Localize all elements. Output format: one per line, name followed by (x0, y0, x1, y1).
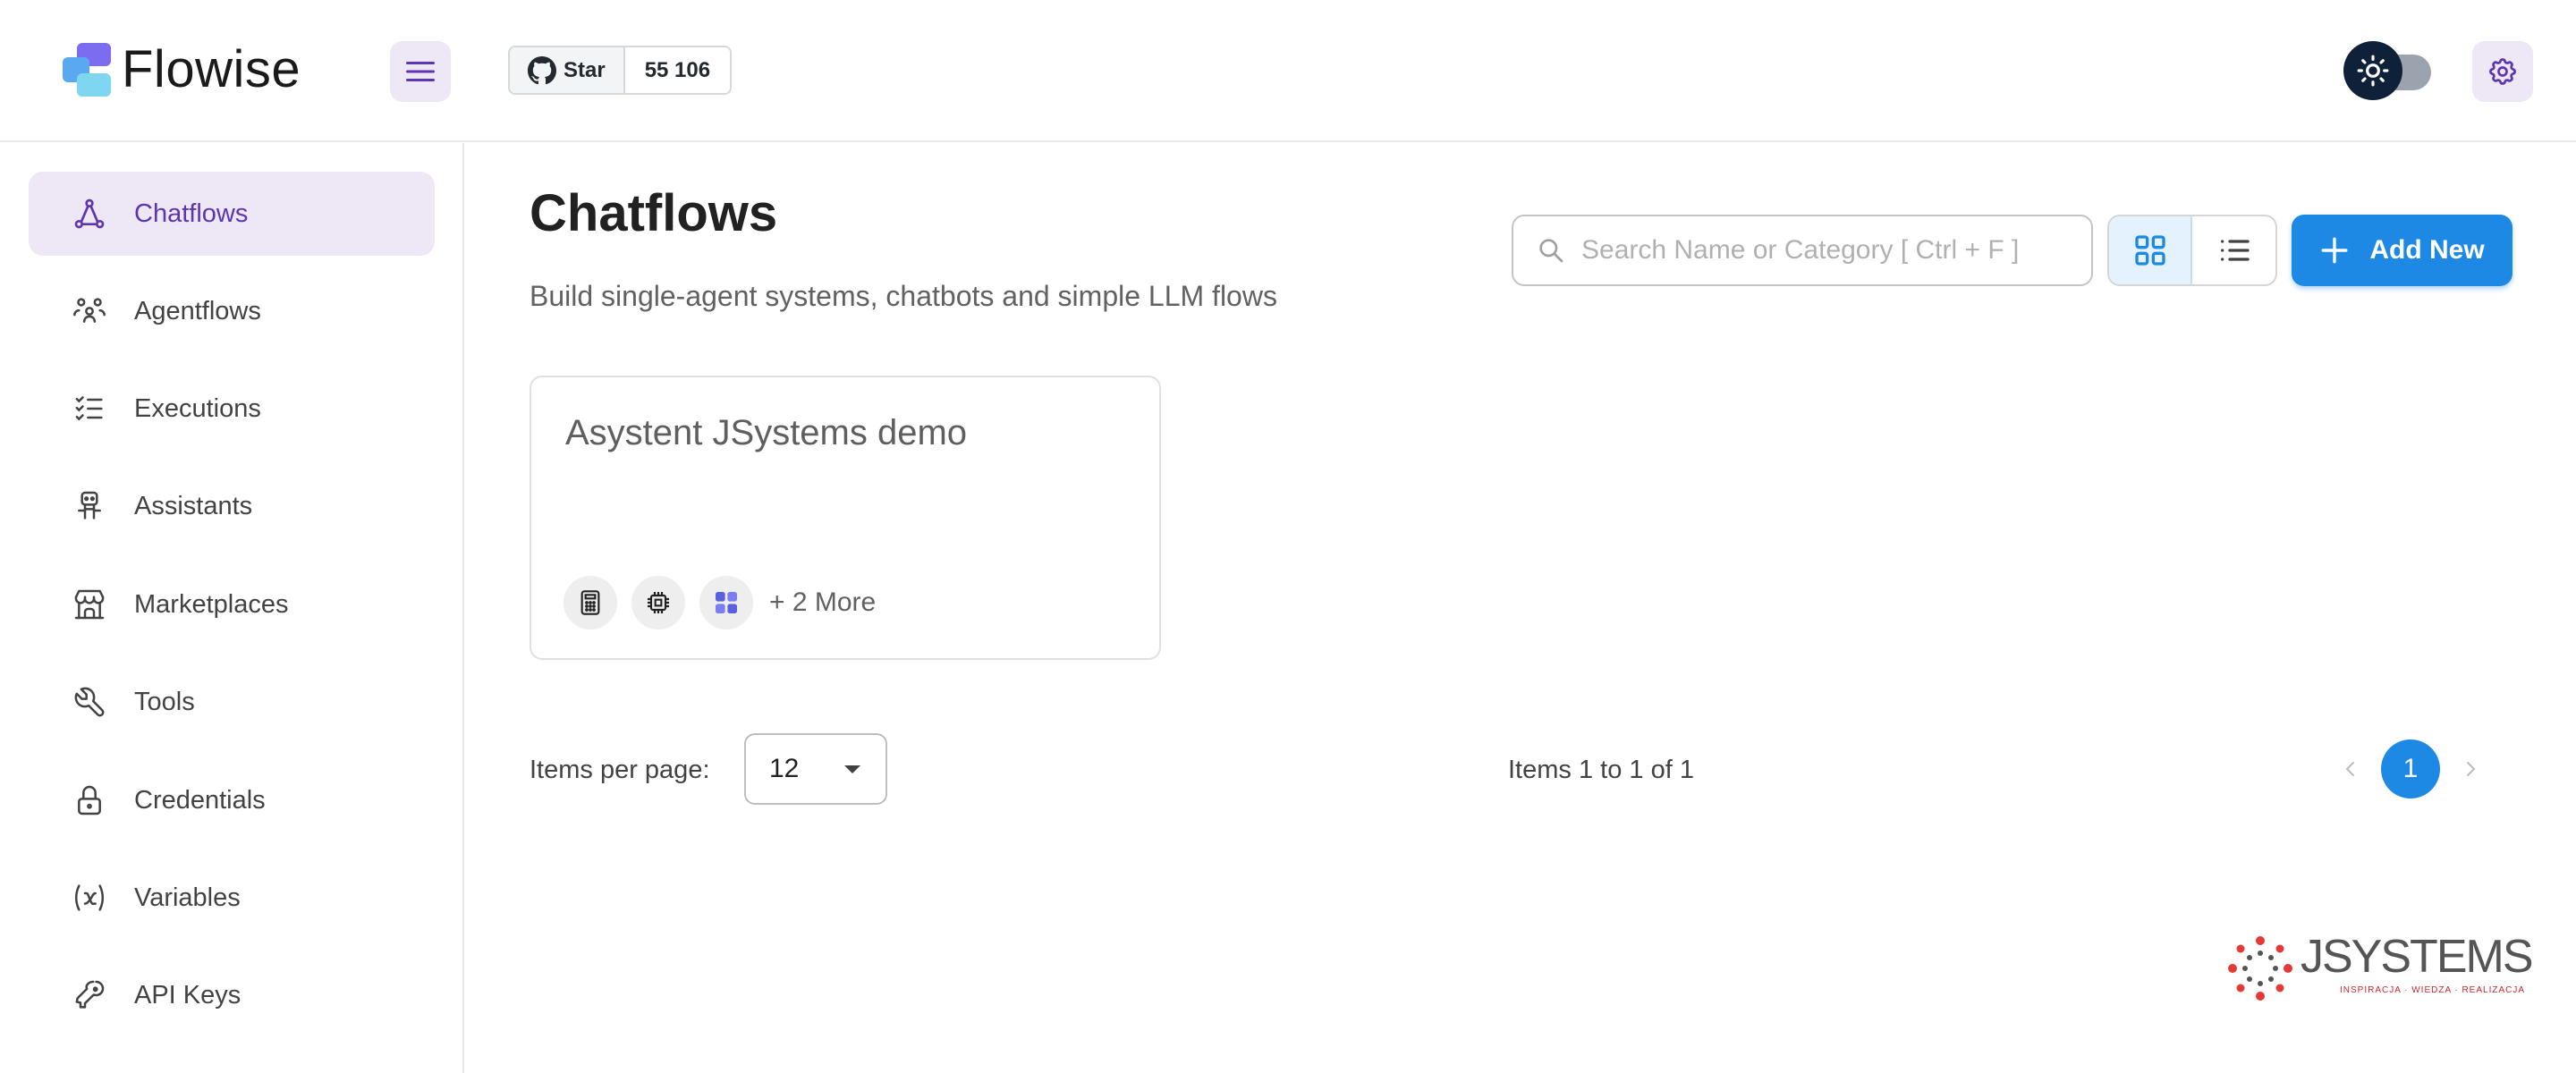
gear-icon (2489, 58, 2516, 85)
list-check-icon (70, 389, 109, 428)
sidebar-item-api-keys[interactable]: API Keys (29, 953, 435, 1037)
search-input[interactable] (1581, 235, 2082, 266)
hierarchy-icon (70, 194, 109, 233)
sidebar-item-label: API Keys (134, 980, 242, 1010)
add-new-button[interactable]: Add New (2292, 215, 2512, 286)
variable-icon (70, 878, 109, 917)
flowise-logo-icon (63, 43, 114, 97)
github-star-label: Star (564, 57, 606, 82)
toggle-knob (2343, 41, 2402, 100)
hamburger-menu-icon (406, 62, 435, 81)
sidebar-item-assistants[interactable]: Assistants (29, 464, 435, 548)
flowise-logo[interactable]: Flowise (63, 41, 301, 98)
github-star-widget: Star 55 106 (508, 46, 733, 95)
page-subtitle: Build single-agent systems, chatbots and… (530, 280, 1277, 312)
list-view-button[interactable] (2192, 216, 2275, 284)
sidebar-item-chatflows[interactable]: Chatflows (29, 172, 435, 256)
grid-icon (2134, 235, 2165, 266)
chevron-right-icon (2467, 762, 2476, 776)
page-button-current[interactable]: 1 (2381, 739, 2440, 798)
card-node-icons: + 2 More (564, 576, 876, 629)
items-per-page-label: Items per page: (530, 756, 710, 784)
sidebar-item-variables[interactable]: Variables (29, 856, 435, 940)
card-title: Asystent JSystems demo (565, 413, 968, 452)
items-range-text: Items 1 to 1 of 1 (1508, 756, 1694, 784)
jsystems-logo: JSYSTEMS INSPIRACJA · WIEDZA · REALIZACJ… (2227, 934, 2533, 1001)
jsystems-dots-icon (2228, 936, 2292, 1001)
calculator-icon (564, 576, 617, 629)
jsystems-tagline: INSPIRACJA · WIEDZA · REALIZACJA (2340, 985, 2526, 995)
sidebar-item-label: Credentials (134, 785, 266, 815)
sidebar-item-tools[interactable]: Tools (29, 660, 435, 744)
cpu-chip-icon (631, 576, 685, 629)
github-icon (528, 55, 556, 84)
sidebar-item-label: Executions (134, 393, 261, 423)
search-icon (1539, 239, 1563, 263)
plus-icon (2321, 237, 2348, 264)
tool-icon (70, 682, 109, 722)
sidebar: Chatflows Agentflows Executions Assistan… (0, 143, 464, 1073)
lock-icon (70, 781, 109, 820)
menu-toggle-button[interactable] (390, 41, 451, 102)
previous-page-button[interactable] (2320, 739, 2381, 799)
list-icon (2220, 240, 2250, 261)
jsystems-wordmark: JSYSTEMS (2301, 931, 2533, 983)
sidebar-item-agentflows[interactable]: Agentflows (29, 269, 435, 353)
github-star-button[interactable]: Star (510, 47, 625, 93)
sidebar-item-label: Assistants (134, 491, 253, 520)
sidebar-item-label: Marketplaces (134, 589, 289, 619)
sidebar-item-label: Variables (134, 883, 241, 912)
next-page-button[interactable] (2440, 739, 2501, 799)
items-per-page-select[interactable]: 12 (744, 733, 887, 805)
sidebar-item-label: Agentflows (134, 296, 261, 325)
items-per-page-value: 12 (769, 754, 800, 783)
pagination-controls: 1 (2320, 739, 2501, 799)
top-header: Flowise Star 55 106 (0, 0, 2576, 142)
sidebar-item-marketplaces[interactable]: Marketplaces (29, 562, 435, 646)
settings-button[interactable] (2472, 41, 2533, 102)
grid-view-button[interactable] (2109, 216, 2193, 284)
sidebar-item-label: Tools (134, 687, 195, 716)
app-name: Flowise (122, 40, 301, 98)
robot-icon (70, 486, 109, 526)
sidebar-item-credentials[interactable]: Credentials (29, 758, 435, 842)
sidebar-item-executions[interactable]: Executions (29, 367, 435, 451)
dark-mode-toggle[interactable] (2343, 41, 2435, 100)
page-title: Chatflows (530, 184, 778, 242)
brand-node-icon (699, 576, 753, 629)
building-store-icon (70, 585, 109, 624)
add-new-label: Add New (2369, 235, 2485, 265)
view-mode-toggle (2107, 215, 2277, 286)
more-nodes-label: + 2 More (769, 587, 877, 617)
users-group-icon (70, 291, 109, 331)
chatflow-card[interactable]: Asystent JSystems demo + 2 More (530, 376, 1161, 660)
sidebar-item-label: Chatflows (134, 199, 249, 228)
dropdown-arrow-icon (844, 765, 860, 773)
search-field[interactable] (1512, 215, 2093, 286)
sun-icon (2357, 55, 2389, 87)
github-star-count[interactable]: 55 106 (624, 47, 731, 93)
key-icon (70, 976, 109, 1015)
chevron-left-icon (2345, 762, 2354, 776)
